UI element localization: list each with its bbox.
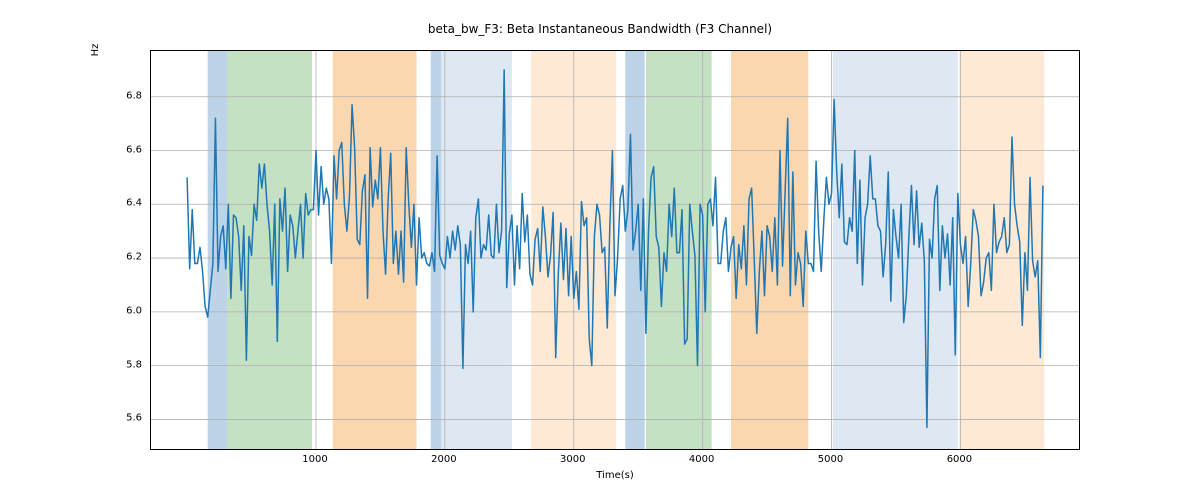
y-axis-label: Hz [90, 0, 110, 250]
y-tick-label: 6.2 [102, 252, 142, 263]
x-axis-label: Time(s) [150, 470, 1080, 481]
y-tick-label: 6.4 [102, 198, 142, 209]
x-tick-label: 5000 [818, 454, 843, 465]
plot-svg [151, 51, 1079, 449]
phase-span [441, 51, 512, 449]
plot-area [150, 50, 1080, 450]
y-tick-label: 6.0 [102, 305, 142, 316]
x-tick-label: 4000 [689, 454, 714, 465]
y-tick-label: 5.6 [102, 413, 142, 424]
x-tick-label: 2000 [431, 454, 456, 465]
chart-title: beta_bw_F3: Beta Instantaneous Bandwidth… [0, 22, 1200, 36]
y-tick-label: 6.8 [102, 90, 142, 101]
x-tick-label: 6000 [947, 454, 972, 465]
phase-span [646, 51, 712, 449]
figure: beta_bw_F3: Beta Instantaneous Bandwidth… [0, 0, 1200, 500]
x-tick-label: 1000 [302, 454, 327, 465]
x-tick-label: 3000 [560, 454, 585, 465]
y-tick-label: 5.8 [102, 359, 142, 370]
y-tick-label: 6.6 [102, 144, 142, 155]
